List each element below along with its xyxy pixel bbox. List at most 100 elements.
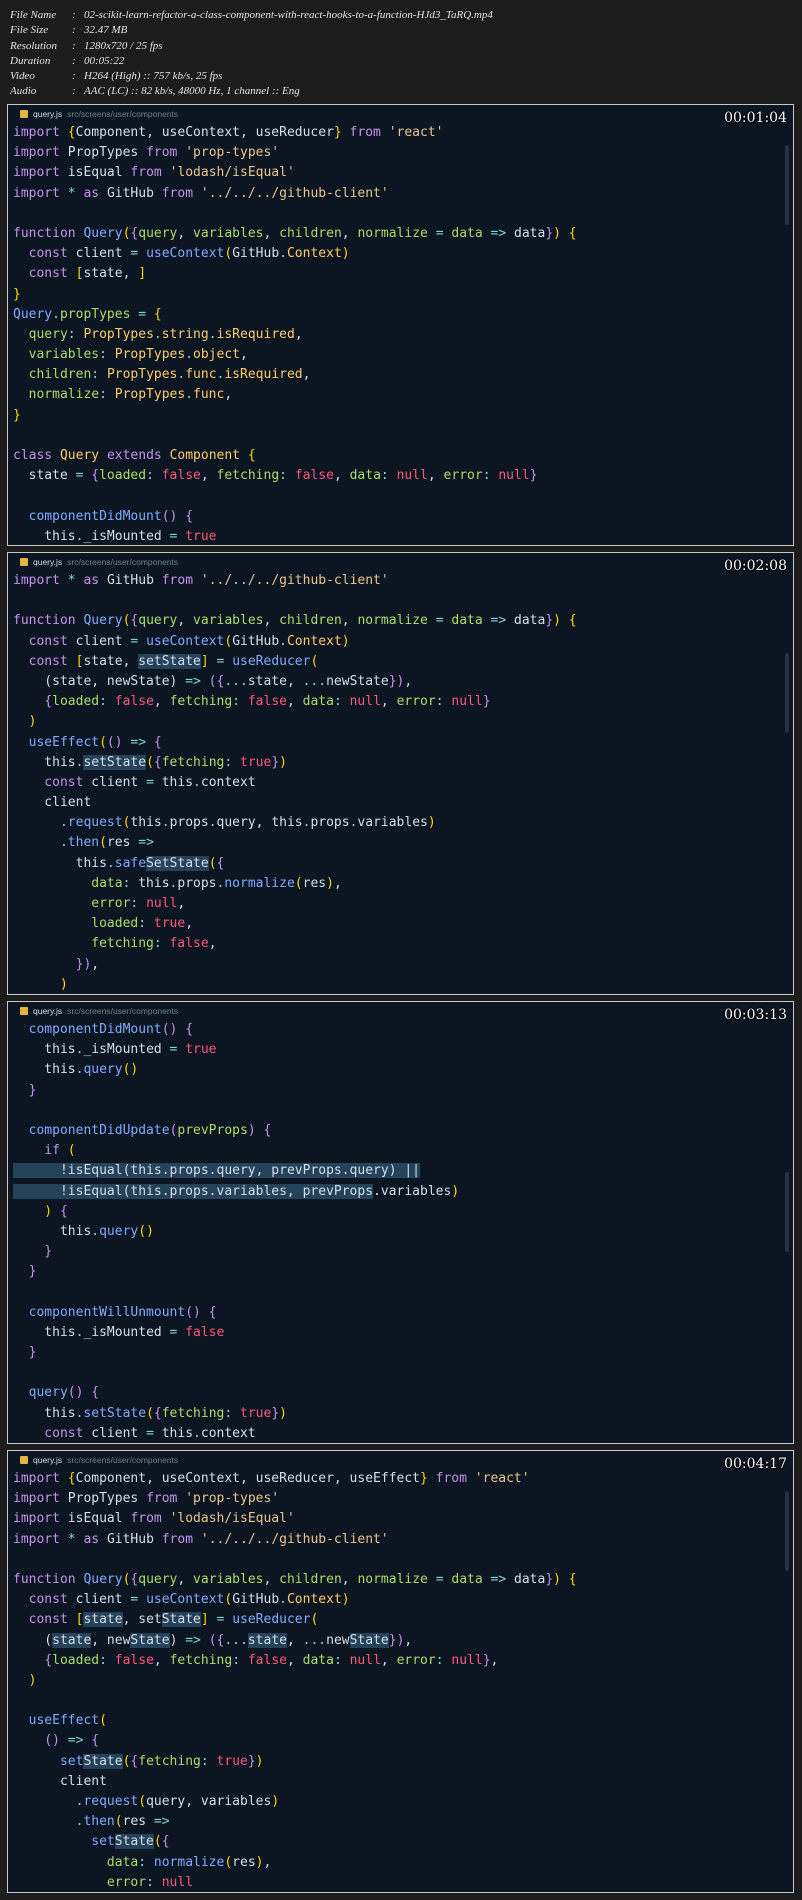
editor-scrollbar[interactable] (785, 1491, 789, 1571)
code-token: useContext (146, 633, 225, 649)
editor-scrollbar[interactable] (785, 1172, 789, 1252)
code-token: } (545, 225, 554, 241)
code-line: import {Component, useContext, useReduce… (13, 1469, 793, 1489)
code-token: 'lodash/isEqual' (169, 1511, 295, 1527)
code-line: const client = useContext(GitHub.Context… (13, 1590, 793, 1610)
code-line: ) { (13, 1202, 793, 1222)
code-token: : (232, 1652, 248, 1668)
code-token: null (451, 694, 483, 710)
code-token: : (153, 936, 170, 952)
code-token: => (185, 1632, 209, 1648)
code-token: , (263, 225, 280, 241)
code-token: state, (247, 673, 303, 689)
code-token: variables (193, 1571, 264, 1587)
code-token: const (13, 246, 76, 262)
code-token: import (13, 165, 68, 181)
code-line: this.query() (13, 1060, 793, 1080)
code-line: error: null, (13, 894, 793, 914)
code-editor[interactable]: import * as GitHub from '../../../github… (8, 571, 793, 994)
code-token: res (302, 875, 327, 891)
code-token: { (560, 1571, 577, 1587)
code-token: from (146, 145, 186, 161)
code-token: _isMounted (83, 1324, 170, 1340)
tab-file-path: src/screens/user/components (67, 1455, 179, 1465)
editor-scrollbar[interactable] (785, 145, 789, 225)
media-info: File Name:02-scikit-learn-refactor-a-cla… (10, 8, 790, 100)
code-line: ) (13, 1671, 793, 1691)
code-token: = (169, 528, 186, 544)
code-line: function Query({query, variables, childr… (13, 224, 793, 244)
code-token: from (161, 185, 201, 201)
code-token: { (67, 125, 76, 140)
code-token: { (153, 734, 162, 750)
code-token: componentDidMount (13, 508, 162, 524)
code-line: variables: PropTypes.object, (13, 345, 793, 365)
code-token: { (185, 508, 194, 524)
code-line: componentDidMount() { (13, 1020, 793, 1040)
code-token: () (138, 1223, 154, 1239)
code-token: State (130, 1632, 170, 1648)
code-token: ) (341, 633, 350, 649)
code-token: : (146, 468, 162, 484)
code-token: => (67, 1733, 92, 1749)
code-token: from (161, 1531, 201, 1547)
code-token: loaded (13, 916, 139, 932)
code-token: res (106, 835, 139, 851)
code-token: state (247, 1632, 287, 1648)
editor-scrollbar[interactable] (785, 653, 789, 733)
code-line: Query.propTypes = { (13, 305, 793, 325)
code-editor[interactable]: import {Component, useContext, useReduce… (8, 1469, 793, 1892)
code-token: = (427, 613, 452, 629)
code-line: const [state, setState] = useReducer( (13, 1610, 793, 1630)
code-token: query (83, 1062, 123, 1078)
code-line: setState({ (13, 1832, 793, 1852)
tab-file-name: query.js (33, 557, 63, 567)
code-token: => (482, 225, 514, 241)
code-token: . (185, 387, 194, 403)
code-token: useContext (146, 246, 225, 262)
code-line: error: null (13, 1873, 793, 1892)
code-token: import (13, 1491, 68, 1507)
code-token: * (67, 573, 84, 588)
code-line: const [state, setState] = useReducer( (13, 652, 793, 672)
code-token: ({ (208, 1632, 225, 1648)
editor-tab[interactable]: query.js src/screens/user/components (8, 1002, 793, 1020)
code-token: : (67, 326, 84, 342)
code-token: , (208, 936, 217, 952)
editor-tab[interactable]: query.js src/screens/user/components (8, 1451, 793, 1469)
editor-tab[interactable]: query.js src/screens/user/components (8, 105, 793, 123)
code-token: fetching (161, 754, 225, 770)
editor-tab[interactable]: query.js src/screens/user/components (8, 553, 793, 571)
code-token: children (13, 367, 92, 383)
info-row-audio: Audio: AAC (LC) :: 82 kb/s, 48000 Hz, 1 c… (10, 85, 300, 98)
code-editor[interactable]: componentDidMount() { this._isMounted = … (8, 1020, 793, 1443)
code-token: true (153, 916, 186, 932)
code-token: null (349, 694, 381, 710)
code-token: () { (67, 1385, 100, 1401)
code-token: , (294, 326, 303, 342)
code-token: data (514, 225, 546, 241)
code-token: , set (122, 1612, 162, 1628)
code-line: componentDidUpdate(prevProps) { (13, 1121, 793, 1141)
code-token: { (91, 468, 100, 484)
code-token: import (13, 1471, 68, 1486)
code-line: } (13, 1242, 793, 1262)
code-token: ... (224, 1632, 248, 1648)
code-token: State (161, 1612, 201, 1628)
code-line: client (13, 1772, 793, 1792)
code-token: '../../../github-client' (200, 1531, 389, 1547)
code-line: this._isMounted = false (13, 1323, 793, 1343)
code-token: const (13, 774, 92, 790)
code-token: } (482, 1652, 491, 1668)
code-token: => (130, 734, 154, 750)
code-token: () { (185, 1304, 217, 1320)
code-token: this (13, 1042, 76, 1058)
code-token: from (146, 1491, 186, 1507)
code-line: {loaded: false, fetching: false, data: n… (13, 1651, 793, 1671)
code-token: , (341, 225, 358, 241)
info-row-file-size: File Size:32.47 MB (10, 24, 128, 37)
code-editor[interactable]: import {Component, useContext, useReduce… (8, 123, 793, 545)
code-token: { (161, 1834, 170, 1850)
